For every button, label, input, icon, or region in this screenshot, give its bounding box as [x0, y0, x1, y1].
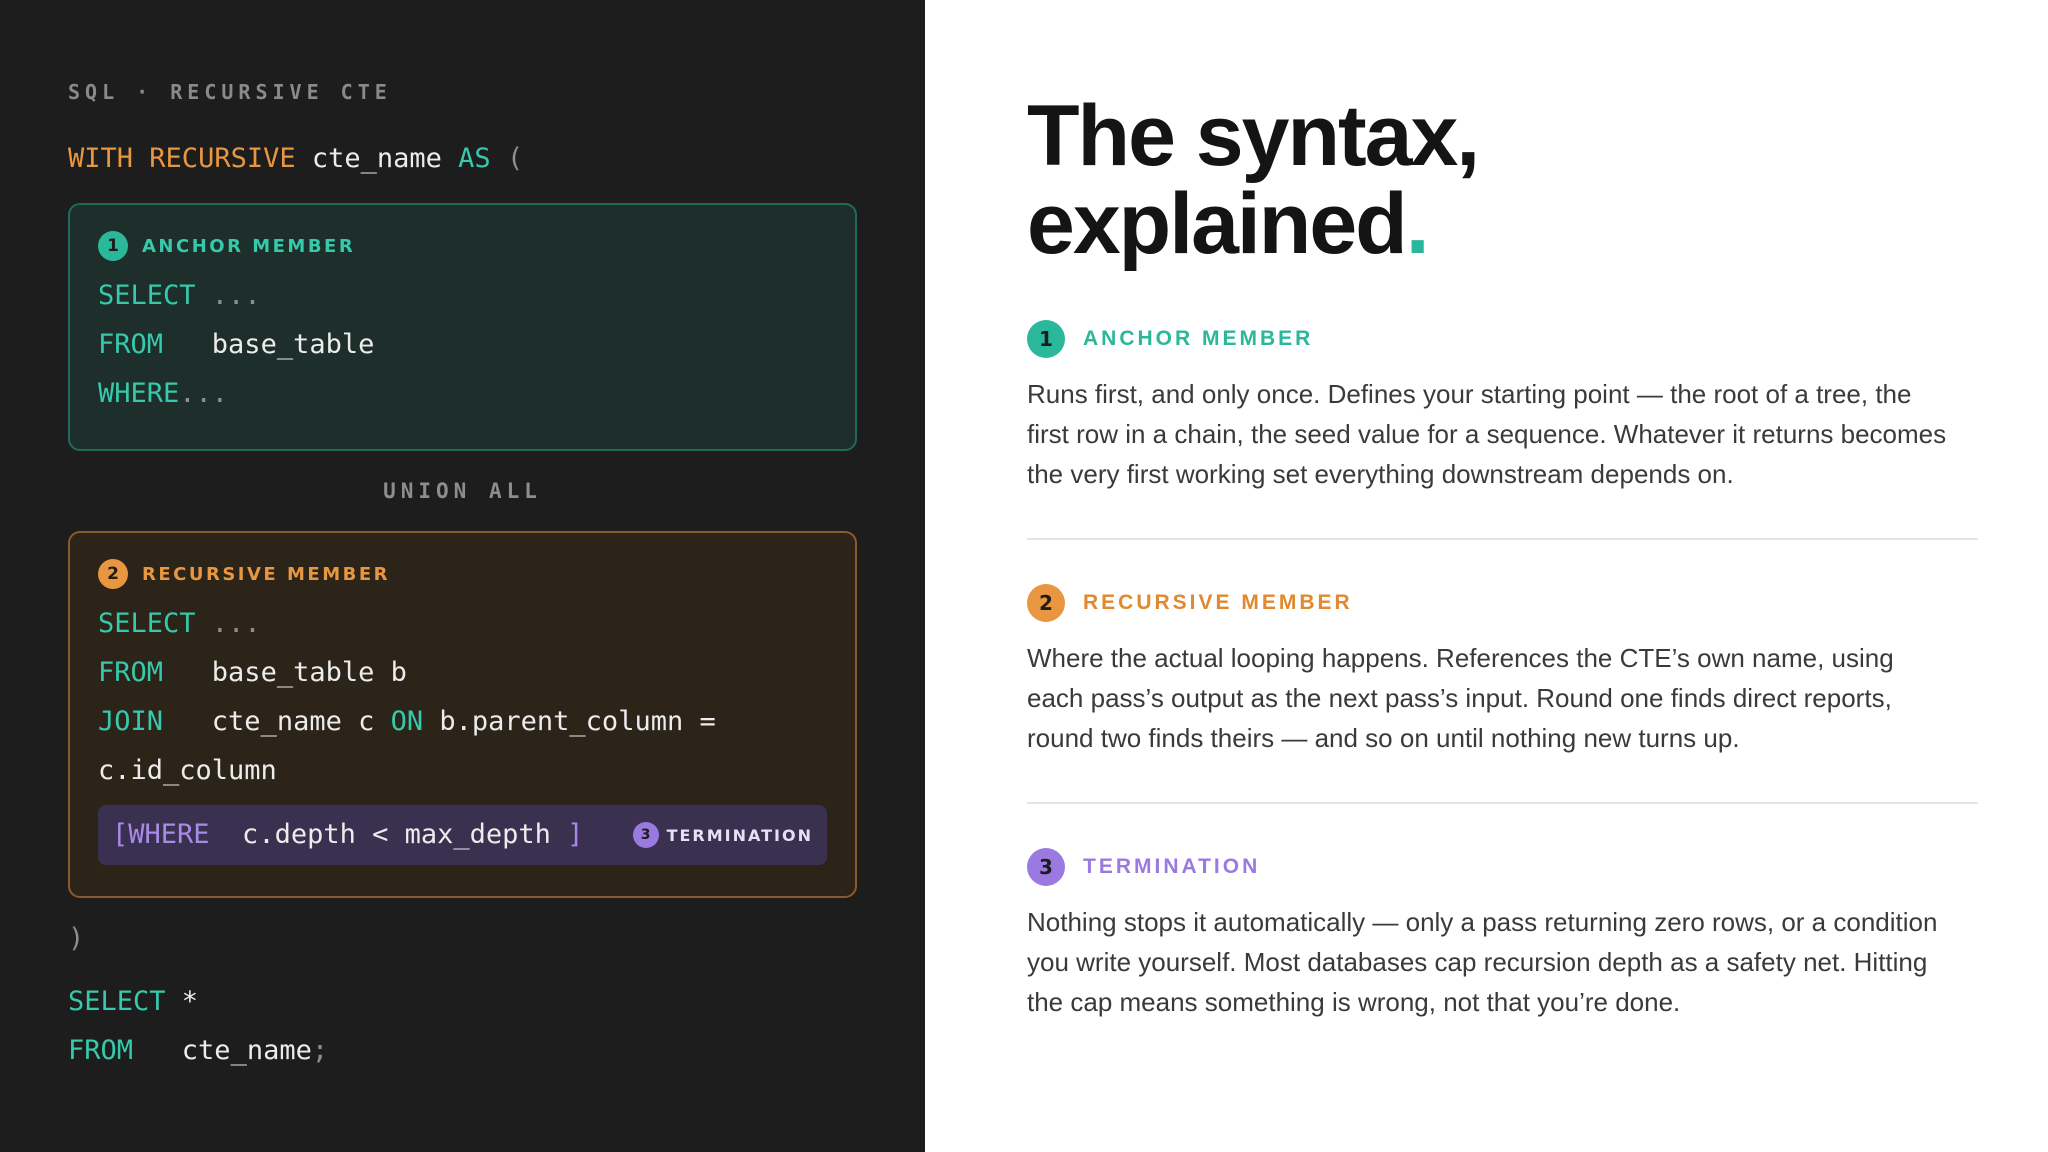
title-line-2: explained — [1027, 176, 1408, 272]
termination-tag: 3 TERMINATION — [632, 822, 813, 848]
from-rest: cte_name — [133, 1035, 312, 1066]
semicolon: ; — [311, 1035, 329, 1066]
from-rest: base_table — [163, 329, 375, 360]
with-keyword: WITH — [68, 143, 134, 174]
page-title: The syntax, explained. — [1027, 92, 1978, 268]
section-body: Runs first, and only once. Defines your … — [1027, 379, 1947, 489]
select-rest: ... — [195, 608, 261, 639]
section-label: ANCHOR MEMBER — [1083, 327, 1314, 350]
term-close-bracket: ] — [567, 819, 584, 850]
final-from-line: FROM cte_name; — [68, 1026, 857, 1075]
select-keyword: SELECT — [98, 280, 196, 311]
from-rest: base_table b — [163, 657, 407, 688]
code-eyebrow: SQL · RECURSIVE CTE — [68, 80, 392, 104]
recursive-from-line: FROM base_table b — [98, 648, 827, 697]
select-rest: * — [165, 986, 199, 1017]
section-number-badge: 2 — [1027, 584, 1065, 622]
title-line-1: The syntax, — [1027, 88, 1480, 184]
from-keyword: FROM — [98, 657, 164, 688]
section-label: RECURSIVE MEMBER — [1083, 591, 1353, 614]
section-header: 1 ANCHOR MEMBER — [1027, 320, 1978, 358]
anchor-member-label: ANCHOR MEMBER — [142, 235, 356, 257]
section-label: TERMINATION — [1083, 855, 1261, 878]
code-panel: SQL · RECURSIVE CTE WITH RECURSIVE cte_n… — [0, 0, 925, 1152]
termination-number-badge: 3 — [632, 822, 659, 848]
anchor-number-badge: 1 — [98, 231, 128, 261]
section-number-badge: 1 — [1027, 320, 1065, 358]
join-keyword: JOIN — [98, 706, 164, 737]
where-rest: ... — [179, 378, 229, 409]
where-keyword: WHERE — [98, 378, 180, 409]
termination-code: [WHERE c.depth < max_depth ] — [112, 805, 583, 865]
section-anchor-member: 1 ANCHOR MEMBER Runs first, and only onc… — [1027, 320, 1978, 540]
anchor-select-line: SELECT ... — [98, 271, 827, 320]
section-header: 2 RECURSIVE MEMBER — [1027, 584, 1978, 622]
from-keyword: FROM — [68, 1035, 134, 1066]
recursive-member-box: 2 RECURSIVE MEMBER SELECT ... FROM base_… — [68, 531, 857, 898]
union-all-label: UNION ALL — [383, 479, 542, 503]
anchor-where-line: WHERE... — [98, 369, 827, 418]
section-recursive-member: 2 RECURSIVE MEMBER Where the actual loop… — [1027, 584, 1978, 804]
recursive-number-badge: 2 — [98, 559, 128, 589]
explanation-panel: The syntax, explained. 1 ANCHOR MEMBER R… — [925, 0, 2048, 1152]
anchor-member-box: 1 ANCHOR MEMBER SELECT ... FROM base_tab… — [68, 203, 857, 451]
section-number-badge: 3 — [1027, 848, 1065, 886]
select-keyword: SELECT — [98, 608, 196, 639]
section-body: Nothing stops it automatically — only a … — [1027, 907, 1938, 1017]
cte-header-line: WITH RECURSIVE cte_name AS ( — [68, 134, 857, 183]
section-header: 3 TERMINATION — [1027, 848, 1978, 886]
termination-tag-label: TERMINATION — [666, 825, 813, 845]
final-select-line: SELECT * — [68, 977, 857, 1026]
recursive-member-label: RECURSIVE MEMBER — [142, 563, 390, 585]
term-expression: c.depth < max_depth — [209, 819, 568, 850]
select-rest: ... — [195, 280, 261, 311]
anchor-member-header: 1 ANCHOR MEMBER — [98, 231, 827, 261]
term-where-keyword: [WHERE — [112, 819, 210, 850]
on-rest: b.parent_column = — [423, 706, 716, 737]
from-keyword: FROM — [98, 329, 164, 360]
join-rest: cte_name c — [163, 706, 391, 737]
recursive-select-line: SELECT ... — [98, 599, 827, 648]
anchor-from-line: FROM base_table — [98, 320, 827, 369]
as-keyword: AS — [458, 143, 491, 174]
section-body: Where the actual looping happens. Refere… — [1027, 643, 1894, 753]
recursive-continuation-line: c.id_column — [98, 755, 277, 786]
on-keyword: ON — [390, 706, 424, 737]
open-paren: ( — [490, 143, 524, 174]
section-termination: 3 TERMINATION Nothing stops it automatic… — [1027, 848, 1978, 1066]
termination-row: [WHERE c.depth < max_depth ] 3 TERMINATI… — [98, 805, 827, 865]
select-keyword: SELECT — [68, 986, 166, 1017]
recursive-join-line: JOIN cte_name c ON b.parent_column = — [98, 697, 827, 746]
close-paren: ) — [68, 923, 85, 954]
cte-name: cte_name — [295, 143, 459, 174]
title-dot: . — [1405, 176, 1430, 272]
recursive-keyword: RECURSIVE — [149, 143, 296, 174]
recursive-member-header: 2 RECURSIVE MEMBER — [98, 559, 827, 589]
